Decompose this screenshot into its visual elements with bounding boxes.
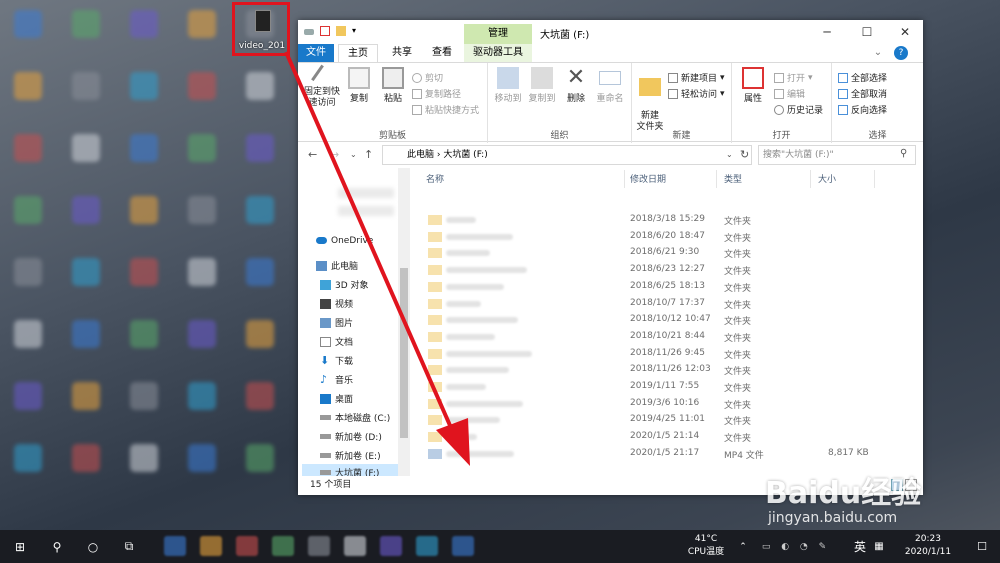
baidu-watermark: Baidu经验: [765, 476, 922, 511]
start-icon[interactable]: ⊞: [6, 530, 34, 563]
baidu-watermark-url: jingyan.baidu.com: [768, 510, 898, 526]
cpu-temperature[interactable]: 41°C CPU温度: [684, 530, 728, 563]
clock[interactable]: 20:23 2020/1/11: [896, 530, 960, 563]
cortana-icon[interactable]: ○: [80, 530, 106, 563]
taskbar-app-icon[interactable]: [344, 536, 366, 556]
taskbar-app-icon[interactable]: [308, 536, 330, 556]
taskbar-app-icon[interactable]: [236, 536, 258, 556]
task-view-icon[interactable]: ⧉: [116, 530, 142, 563]
notification-icon[interactable]: ☐: [974, 530, 990, 563]
taskbar-app-icon[interactable]: [200, 536, 222, 556]
ime-indicator[interactable]: 英: [852, 530, 868, 563]
clock-time: 20:23: [915, 534, 941, 544]
taskbar-app-icon[interactable]: [164, 536, 186, 556]
cpu-temp-value: 41°C: [694, 534, 718, 544]
taskbar-app-icon[interactable]: [272, 536, 294, 556]
ime-options-icon[interactable]: ▦: [872, 530, 886, 563]
arrow-head: [436, 418, 470, 466]
taskbar: ⊞ ⚲ ○ ⧉ 41°C CPU温度 ⌃ ▭ ◐ ◔ ✎ 英 ▦ 20:23 2…: [0, 530, 1000, 563]
taskbar-app-icon[interactable]: [380, 536, 402, 556]
cpu-temp-label: CPU温度: [687, 547, 725, 557]
search-icon[interactable]: ⚲: [44, 530, 70, 563]
arrow-line: [284, 51, 454, 431]
tray-expand-icon[interactable]: ⌃: [736, 530, 750, 563]
tray-icons[interactable]: ▭ ◐ ◔ ✎: [756, 530, 836, 563]
clock-date: 2020/1/11: [904, 547, 952, 557]
taskbar-app-icon[interactable]: [452, 536, 474, 556]
taskbar-app-icon[interactable]: [416, 536, 438, 556]
